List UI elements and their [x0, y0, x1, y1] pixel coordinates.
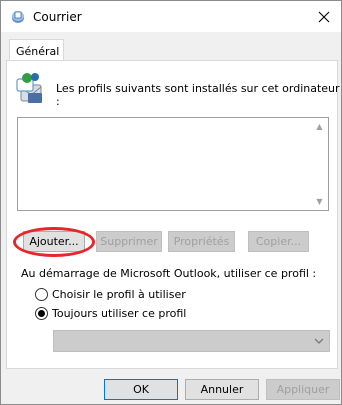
tab-general[interactable]: Général: [9, 39, 64, 62]
close-button[interactable]: [307, 1, 341, 32]
radio-selected-dot: [38, 309, 45, 317]
profile-select[interactable]: [53, 330, 330, 352]
cancel-button[interactable]: Annuler: [185, 379, 259, 400]
chevron-down-icon: [314, 338, 324, 344]
annotation-ring: [13, 227, 95, 257]
window-title: Courrier: [33, 10, 82, 24]
radio-button[interactable]: [35, 287, 48, 301]
startup-label: Au démarrage de Microsoft Outlook, utili…: [21, 267, 317, 280]
radio-button-checked[interactable]: [35, 306, 48, 320]
ok-button[interactable]: OK: [104, 379, 178, 400]
close-icon: [318, 11, 330, 22]
apply-button[interactable]: Appliquer: [266, 379, 340, 400]
radio-prompt-profile[interactable]: Choisir le profil à utiliser: [35, 286, 186, 302]
scroll-down-icon[interactable]: ▼: [311, 193, 328, 210]
radio-prompt-label: Choisir le profil à utiliser: [52, 287, 186, 301]
profiles-icon: [16, 73, 42, 103]
radio-always-profile[interactable]: Toujours utiliser ce profil: [35, 305, 186, 321]
scroll-up-icon[interactable]: ▲: [311, 118, 328, 135]
radio-always-label: Toujours utiliser ce profil: [52, 306, 187, 320]
mail-dialog: Courrier Général Les profils suivants so…: [0, 0, 342, 405]
mail-profile-icon: [12, 11, 24, 23]
remove-profile-button[interactable]: Supprimer: [96, 231, 162, 252]
copy-profile-button[interactable]: Copier...: [248, 231, 309, 252]
properties-button[interactable]: Propriétés: [168, 231, 235, 252]
profiles-label: Les profils suivants sont installés sur …: [56, 82, 340, 108]
profiles-list[interactable]: ▲ ▼: [17, 117, 329, 211]
profiles-list-scrollbar[interactable]: ▲ ▼: [311, 118, 328, 210]
tab-strip: Général: [6, 37, 339, 62]
title-bar: Courrier: [1, 1, 341, 32]
